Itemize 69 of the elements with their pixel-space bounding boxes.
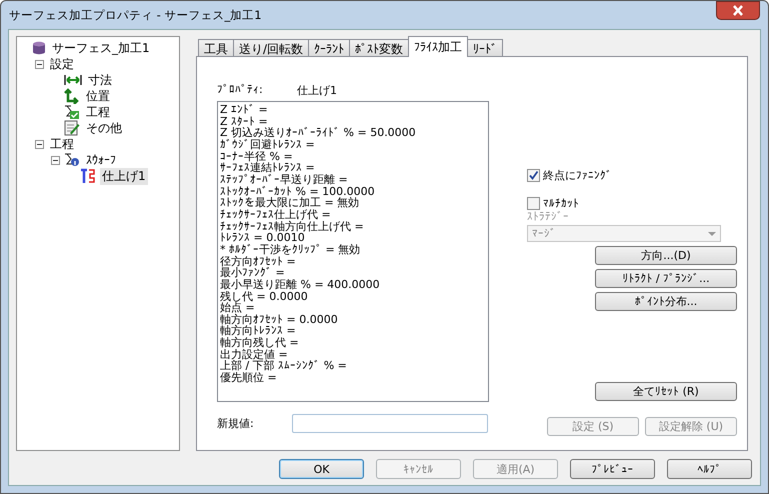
collapse-toggle[interactable] [51,156,60,164]
property-item[interactable]: ｽﾄｯｸｵｰﾊﾞｰｶｯﾄ % = 100.0000 [220,186,488,198]
property-item[interactable]: 最小ﾌｧﾝｸﾞ = [220,267,488,279]
property-item[interactable]: ｶﾞｳｼﾞ回避ﾄﾚﾗﾝｽ = [220,138,488,151]
tree-item[interactable]: 工程 [48,136,76,152]
property-item[interactable]: ｽﾃｯﾌﾟｵｰﾊﾞｰ早送り距離 = [220,174,488,186]
property-item[interactable]: 軸方向残し代 = [220,337,488,349]
tab[interactable]: ﾘｰﾄﾞ [467,39,504,57]
property-item[interactable]: 最小早送り距離 % = 400.0000 [220,278,488,290]
tree-item[interactable]: ｽｳｫｰﾌ [84,153,118,167]
close-icon [732,5,744,16]
tool-path-icon [80,168,96,184]
close-button[interactable] [716,1,760,20]
property-item[interactable]: Z ｴﾝﾄﾞ = [220,104,488,116]
property-item[interactable]: Z ｽﾀｰﾄ = [220,116,488,128]
dialog-button[interactable]: ﾍﾙﾌﾟ [667,459,752,479]
property-item[interactable]: 軸方向ﾄﾚﾗﾝｽ = [220,325,488,338]
property-item[interactable]: 出力設定値 = [220,348,488,360]
collapse-toggle[interactable] [35,60,44,68]
tree-item[interactable]: 寸法 [86,72,114,88]
tree-item[interactable]: サーフェス_加工1 [50,40,152,56]
property-item[interactable]: 始点 = [220,302,488,314]
property-item[interactable]: ﾁｪｯｸｻｰﾌｪｽ軸方向仕上げ代 = [220,220,488,232]
dialog-button[interactable]: ﾎﾟｲﾝﾄ分布... [595,292,737,311]
property-item[interactable]: ｺｰﾅｰ半径 % = [220,150,488,162]
new-value-label: 新規値: [217,416,255,431]
checkbox[interactable] [527,169,540,182]
tab[interactable]: 送り/回転数 [233,39,310,57]
checkbox-label: 終点にﾌｧﾆﾝｸﾞ [543,168,612,183]
property-item[interactable]: 軸方向ｵﾌｾｯﾄ = 0.0000 [220,314,488,326]
tab[interactable]: ﾌﾗｲｽ加工 [408,36,468,57]
tree-item[interactable]: その他 [84,120,124,136]
property-item[interactable]: ﾁｪｯｸｻｰﾌｪｽ仕上げ代 = [220,208,488,221]
dialog-button[interactable]: ﾘﾄﾗｸﾄ / ﾌﾟﾗﾝｼﾞ... [595,269,737,288]
swarf-icon [64,152,80,168]
dimension-icon [64,73,82,87]
property-item[interactable]: ｽﾄｯｸを最大限に加工 = 無効 [220,197,488,209]
property-label: ﾌﾟﾛﾊﾟﾃｨ: [217,83,264,98]
property-item[interactable]: 残し代 = 0.0000 [220,290,488,302]
dialog-button[interactable]: 全てﾘｾｯﾄ (R) [595,382,737,401]
property-item[interactable]: ﾄﾚﾗﾝｽ = 0.0010 [220,232,488,244]
collapse-toggle[interactable] [35,140,44,148]
tab[interactable]: ﾎﾟｽﾄ変数 [349,39,410,57]
dialog-button[interactable]: ﾌﾟﾚﾋﾞｭｰ [570,459,655,479]
tab[interactable]: ｸｰﾗﾝﾄ [308,39,350,57]
dialog-button[interactable]: 方向...(D) [595,246,737,265]
notepad-pencil-icon [64,120,80,136]
property-item[interactable]: Z 切込み送りｵｰﾊﾞｰﾗｲﾄﾞ % = 50.0000 [220,127,488,139]
checkbox[interactable] [527,197,540,210]
tree-item[interactable]: 位置 [84,88,112,104]
checkbox-label: ﾏﾙﾁｶｯﾄ [543,197,579,210]
tree-item[interactable]: 工程 [84,104,112,120]
tree-item[interactable]: 設定 [48,56,76,72]
property-item[interactable]: ｻｰﾌｪｽ連結ﾄﾚﾗﾝｽ = [220,162,488,174]
tab[interactable]: 工具 [198,39,234,57]
new-value-field[interactable] [292,414,488,433]
dialog-button[interactable]: OK [279,459,364,479]
dropdown-arrow-icon [708,232,716,236]
window-title: サーフェス加工プロパティ - サーフェス_加工1 [9,8,262,22]
database-icon [32,41,46,55]
check-step-icon [64,104,80,120]
strategy-label: ｽﾄﾗﾃｼﾞｰ [527,210,569,223]
property-item[interactable]: * ﾎﾙﾀﾞｰ干渉をｸﾘｯﾌﾟ = 無効 [220,244,488,256]
property-item[interactable]: 径方向ｵﾌｾｯﾄ = [220,256,488,268]
tree-item[interactable]: 仕上げ1 [100,168,148,184]
axes-icon [64,88,80,104]
property-value: 仕上げ1 [297,83,337,99]
property-item[interactable]: 上部 / 下部 ｽﾑｰｼﾝｸﾞ % = [220,360,488,372]
property-item[interactable]: 優先順位 = [220,372,488,384]
